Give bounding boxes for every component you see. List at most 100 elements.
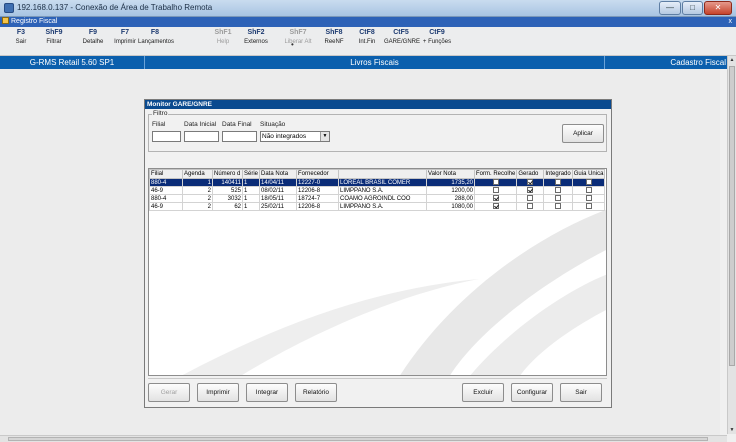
- gerado-checkbox[interactable]: [527, 203, 534, 210]
- status-bar: G-RMS Retail 5.60 SP1 Livros Fiscais Cad…: [0, 56, 730, 69]
- integrar-button[interactable]: Integrar: [246, 383, 288, 402]
- column-header[interactable]: Integrado: [543, 169, 573, 179]
- integrado-checkbox[interactable]: [555, 179, 562, 186]
- form-checkbox[interactable]: [492, 187, 499, 194]
- imprimir-button[interactable]: Imprimir: [197, 383, 239, 402]
- app-close-button[interactable]: x: [729, 17, 733, 27]
- cell-guia: [571, 178, 606, 187]
- table-row[interactable]: 46-9 2 62 1 25/02/11 12206-8 LIMPPANO S.A. 1080…: [149, 202, 606, 211]
- integrado-checkbox[interactable]: [555, 195, 562, 202]
- toolbar-help-button[interactable]: ShF1 Help: [206, 29, 240, 45]
- toolbar-sair-button[interactable]: F3 Sair: [4, 29, 38, 45]
- column-header[interactable]: Filial: [149, 169, 183, 179]
- function-toolbar: F3 Sair ShF9 Filtrar F9 Detalhe F7 Imprimir F8 La…: [0, 27, 736, 56]
- cell-integrado: [543, 178, 573, 187]
- toolbar-label: Imprimir: [114, 39, 136, 45]
- cell-valor: 288,00: [426, 194, 476, 203]
- remote-window-title: 192.168.0.137 - Conexão de Área de Traba…: [17, 3, 213, 12]
- sair-button[interactable]: Sair: [560, 383, 602, 402]
- form-checkbox[interactable]: [492, 195, 499, 202]
- column-header[interactable]: Fornecedor: [296, 169, 340, 179]
- toolbar-separator: •: [291, 40, 294, 49]
- excluir-button[interactable]: Excluir: [462, 383, 504, 402]
- toolbar-label: Filtrar: [46, 39, 62, 45]
- column-header[interactable]: Gerado: [516, 169, 545, 179]
- filial-input[interactable]: [152, 131, 181, 142]
- vertical-scroll-thumb[interactable]: [729, 66, 735, 366]
- product-label: G-RMS Retail 5.60 SP1: [0, 56, 145, 69]
- cell-forn-name: LIMPPANO S.A.: [338, 186, 428, 195]
- filter-legend: Filtro: [152, 110, 169, 117]
- toolbar-label: Liberar Alt: [284, 39, 312, 45]
- column-header[interactable]: Data Nota: [259, 169, 298, 179]
- toolbar-lan-amentos-button[interactable]: F8 Lançamentos: [138, 29, 174, 45]
- form-checkbox[interactable]: [492, 203, 499, 210]
- relatorio-button[interactable]: Relatório: [295, 383, 337, 402]
- situacao-value: Não integrados: [262, 133, 307, 140]
- cell-form: [474, 186, 518, 195]
- vertical-scrollbar[interactable]: ▲ ▼: [727, 56, 736, 434]
- cell-serie: 1: [241, 202, 261, 211]
- integrado-checkbox[interactable]: [555, 187, 562, 194]
- cell-form: [474, 178, 518, 187]
- minimize-button[interactable]: —: [659, 1, 681, 15]
- app-titlebar: Registro Fiscal x: [0, 17, 736, 27]
- toolbar-int-fin-button[interactable]: CtF8 Int.Fin: [350, 29, 384, 45]
- gare-table[interactable]: Filial Agenda Número d Série Data Nota Fornec…: [148, 168, 607, 376]
- cell-data: 08/02/11: [259, 186, 298, 195]
- table-row[interactable]: 880-4 2 3032 1 18/05/11 18724-7 COAMO AGROINDL…: [149, 194, 606, 203]
- apply-button[interactable]: Aplicar: [562, 124, 604, 143]
- form-checkbox[interactable]: [492, 179, 499, 186]
- toolbar-liberar-alt-button[interactable]: ShF7 Liberar Alt: [281, 29, 315, 45]
- situacao-select[interactable]: Não integrados ▼: [260, 131, 330, 142]
- cell-forn-code: 18724-7: [296, 194, 340, 203]
- column-header[interactable]: Série: [241, 169, 261, 179]
- guia-checkbox[interactable]: [585, 187, 592, 194]
- data-final-input[interactable]: [222, 131, 257, 142]
- integrado-checkbox[interactable]: [555, 203, 562, 210]
- cell-serie: 1: [241, 178, 261, 187]
- cell-serie: 1: [241, 194, 261, 203]
- column-header[interactable]: Guia Única: [571, 169, 606, 179]
- gerado-checkbox[interactable]: [527, 179, 534, 186]
- guia-checkbox[interactable]: [585, 195, 592, 202]
- toolbar-gare-gnre-button[interactable]: CtF5 GARE/GNRE: [384, 29, 420, 45]
- module-label: Livros Fiscais: [145, 56, 605, 69]
- dialog-button-bar: Gerar Imprimir Integrar Relatório Exclui…: [148, 378, 607, 404]
- toolbar-imprimir-button[interactable]: F7 Imprimir: [108, 29, 142, 45]
- cell-integrado: [543, 202, 573, 211]
- toolbar-externos-button[interactable]: ShF2 Externos: [239, 29, 273, 45]
- close-button[interactable]: ✕: [704, 1, 732, 15]
- toolbar-key: ShF8: [325, 29, 343, 36]
- app-title: Registro Fiscal: [11, 18, 58, 25]
- column-header[interactable]: Número d: [212, 169, 243, 179]
- configurar-button[interactable]: Configurar: [511, 383, 553, 402]
- toolbar-detalhe-button[interactable]: F9 Detalhe: [76, 29, 110, 45]
- toolbar-reenf-button[interactable]: ShF8 ReeNF: [317, 29, 351, 45]
- toolbar-filtrar-button[interactable]: ShF9 Filtrar: [37, 29, 71, 45]
- toolbar-fun-es-button[interactable]: CtF9 + Funções: [420, 29, 454, 45]
- horizontal-scroll-thumb[interactable]: [8, 437, 708, 441]
- maximize-button[interactable]: □: [682, 1, 703, 15]
- gerado-checkbox[interactable]: [527, 187, 534, 194]
- chevron-down-icon[interactable]: ▼: [320, 132, 329, 141]
- scroll-down-icon[interactable]: ▼: [728, 426, 736, 434]
- cell-data: 18/05/11: [259, 194, 298, 203]
- filial-label: Filial: [152, 121, 166, 128]
- column-header[interactable]: Agenda: [182, 169, 213, 179]
- guia-checkbox[interactable]: [585, 203, 592, 210]
- gerar-button[interactable]: Gerar: [148, 383, 190, 402]
- scroll-up-icon[interactable]: ▲: [728, 56, 736, 64]
- horizontal-scrollbar[interactable]: [0, 435, 727, 442]
- data-inicial-input[interactable]: [184, 131, 219, 142]
- situacao-label: Situação: [260, 121, 286, 128]
- toolbar-key: ShF7: [289, 29, 307, 36]
- table-row[interactable]: 46-9 2 525 1 08/02/11 12206-8 LIMPPANO S.A. 120…: [149, 186, 606, 195]
- column-header[interactable]: [338, 169, 428, 179]
- cell-gerado: [516, 202, 545, 211]
- guia-checkbox[interactable]: [585, 179, 592, 186]
- gerado-checkbox[interactable]: [527, 195, 534, 202]
- table-row[interactable]: 880-4 1 140411 1 14/04/11 12227-0 LOREAL BRASI…: [149, 178, 606, 187]
- column-header[interactable]: Form. Recolhe: [474, 169, 518, 179]
- column-header[interactable]: Valor Nota: [426, 169, 476, 179]
